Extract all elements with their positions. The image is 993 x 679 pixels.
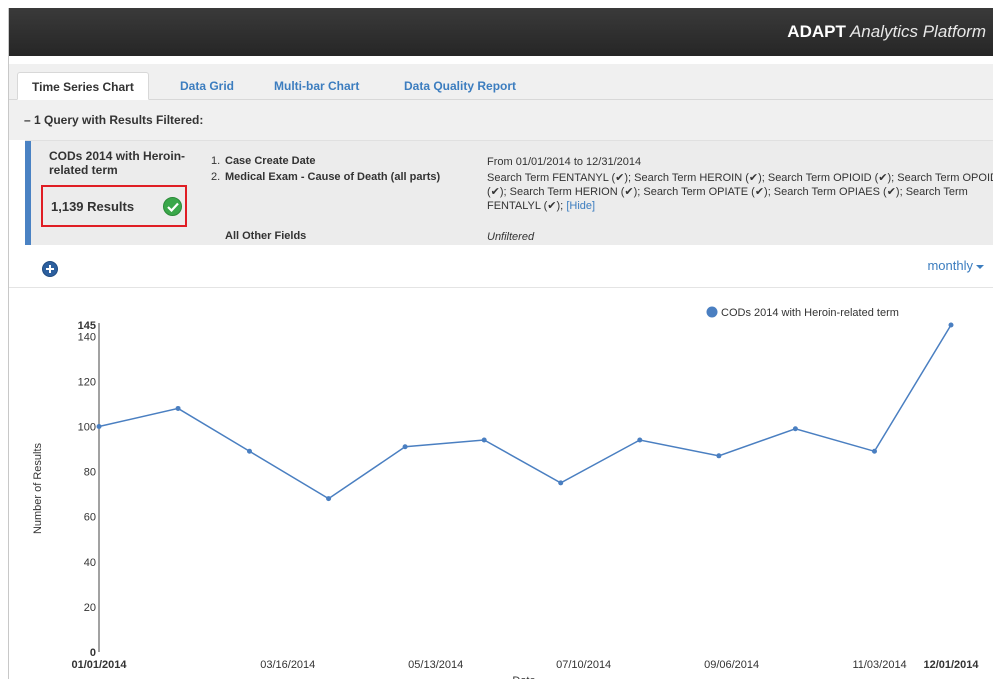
filter-label: All Other Fields [225, 230, 307, 242]
brand-name: ADAPT [787, 22, 846, 41]
filter-number: 1. [211, 155, 221, 167]
x-tick-label: 03/16/2014 [260, 659, 315, 671]
y-tick-label: 60 [84, 512, 96, 524]
app-frame: ADAPT Analytics Platform Time Series Cha… [8, 8, 993, 679]
data-point [716, 453, 722, 459]
period-dropdown[interactable]: monthly [927, 258, 984, 273]
filter-number: 2. [211, 171, 221, 183]
chart-toolbar: monthly [9, 245, 993, 288]
x-tick-label: 01/01/2014 [71, 659, 127, 671]
filter-row: 2. Medical Exam - Cause of Death (all par… [211, 171, 993, 212]
query-header[interactable]: – 1 Query with Results Filtered: [9, 100, 993, 140]
data-point [948, 322, 954, 328]
results-count: 1,139 Results [51, 199, 135, 214]
y-tick-label: 140 [78, 331, 96, 343]
filter-label: Medical Exam - Cause of Death (all parts… [225, 171, 441, 183]
data-point [637, 437, 643, 443]
data-point [175, 405, 181, 411]
brand-subtitle: Analytics Platform [845, 22, 986, 41]
x-axis-label: Date [512, 675, 535, 679]
series-line [98, 324, 952, 500]
filter-value: Unfiltered [487, 231, 535, 243]
tab-data-grid[interactable]: Data Grid [180, 72, 234, 100]
filter-value-wrap: Search Term FENTANYL (✔); Search Term HE… [487, 171, 993, 213]
data-point [871, 448, 877, 454]
y-tick-label: 100 [78, 421, 96, 433]
y-tick-label: 145 [78, 320, 96, 332]
data-point [792, 426, 798, 432]
y-tick-label: 20 [84, 602, 96, 614]
query-panel: CODs 2014 with Heroin-related term 1,139… [25, 140, 993, 246]
data-point [247, 448, 253, 454]
tab-time-series-chart[interactable]: Time Series Chart [17, 72, 149, 100]
time-series-chart: 0 20 40 60 80 100 120 140145 01/01/2014 03/16/201… [32, 306, 979, 679]
legend-marker [706, 306, 718, 318]
data-point [481, 437, 487, 443]
plus-circle-icon[interactable] [42, 261, 58, 277]
x-tick-label: 11/03/2014 [852, 659, 906, 671]
tab-bar: Time Series Chart Data Grid Multi-bar Ch… [9, 64, 993, 100]
y-tick-label: 80 [84, 467, 96, 479]
x-tick-label: 12/01/2014 [923, 659, 979, 671]
results-count-box: 1,139 Results [41, 185, 187, 227]
filter-label: Case Create Date [225, 155, 316, 167]
top-bar: ADAPT Analytics Platform [9, 8, 993, 56]
filter-row: 1. Case Create Date From 01/01/2014 to 12… [211, 155, 641, 168]
query-card[interactable]: CODs 2014 with Heroin-related term 1,139… [25, 141, 187, 246]
hide-link[interactable]: [Hide] [566, 200, 595, 212]
brand-logo: ADAPT Analytics Platform [787, 22, 986, 42]
y-tick-label: 40 [84, 557, 96, 569]
y-tick-label: 120 [78, 376, 96, 388]
tab-data-quality-report[interactable]: Data Quality Report [404, 72, 516, 100]
data-point [326, 496, 332, 502]
check-circle-icon [163, 197, 182, 216]
filter-value: Search Term FENTANYL (✔); Search Term HE… [487, 172, 993, 212]
period-label: monthly [927, 258, 973, 273]
data-point [402, 444, 408, 450]
y-tick-label: 0 [90, 647, 96, 659]
data-point [96, 423, 102, 429]
x-tick-label: 09/06/2014 [704, 659, 759, 671]
x-tick-label: 05/13/2014 [408, 659, 463, 671]
legend-label: CODs 2014 with Heroin-related term [721, 307, 899, 319]
filter-row: All Other Fields Unfiltered [211, 230, 534, 243]
query-name: CODs 2014 with Heroin-related term [49, 149, 186, 177]
caret-down-icon [976, 264, 984, 269]
data-point [558, 480, 564, 486]
x-tick-label: 07/10/2014 [556, 659, 611, 671]
tab-multi-bar-chart[interactable]: Multi-bar Chart [274, 72, 359, 100]
filter-value: From 01/01/2014 to 12/31/2014 [487, 156, 642, 168]
y-axis-label: Number of Results [32, 442, 44, 534]
